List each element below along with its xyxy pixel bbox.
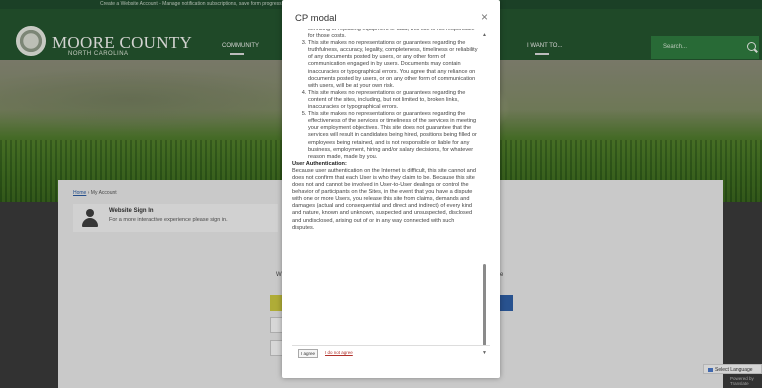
- disagree-link[interactable]: I do not agree: [325, 350, 353, 355]
- terms-item-1-tail: servicing or replacing equipment or data…: [308, 29, 475, 40]
- modal-title: CP modal: [295, 13, 337, 24]
- scrollbar-thumb[interactable]: [483, 264, 486, 346]
- user-authentication-text: Because user authentication on the Inter…: [292, 167, 476, 231]
- terms-item-3: This site makes no representations or gu…: [308, 90, 478, 111]
- terms-scroll-area[interactable]: servicing or replacing equipment or data…: [292, 29, 478, 355]
- terms-content: servicing or replacing equipment or data…: [292, 29, 478, 232]
- close-icon[interactable]: ×: [481, 11, 488, 23]
- cp-modal-dialog: CP modal × servicing or replacing equipm…: [282, 0, 500, 378]
- agree-button[interactable]: I agree: [298, 349, 318, 358]
- terms-scrollbar[interactable]: ▲ ▼: [482, 32, 487, 357]
- terms-item-4: This site makes no representations or gu…: [308, 111, 478, 161]
- modal-footer-divider: [292, 345, 490, 346]
- scroll-down-icon[interactable]: ▼: [482, 350, 487, 356]
- terms-item-2: This site makes no representations or gu…: [308, 40, 478, 90]
- scroll-up-icon[interactable]: ▲: [482, 32, 487, 38]
- user-authentication-heading: User Authentication:: [292, 160, 347, 167]
- terms-list: servicing or replacing equipment or data…: [292, 29, 478, 161]
